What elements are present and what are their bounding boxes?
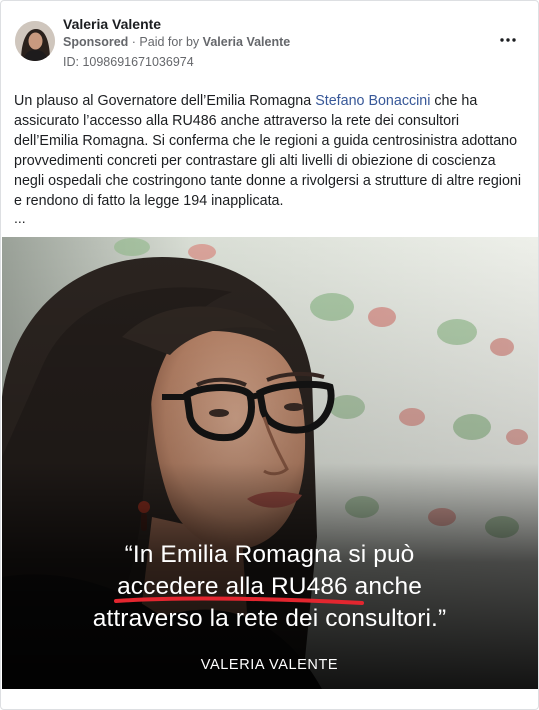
post-text-after: che ha assicurato l’accesso alla RU486 a… xyxy=(14,93,522,209)
ad-id: ID: 1098691671036974 xyxy=(63,55,194,69)
payer-name[interactable]: Valeria Valente xyxy=(203,35,291,49)
sponsored-line: Sponsored · Paid for by Valeria Valente xyxy=(63,35,290,49)
ad-post-card: Valeria Valente Sponsored · Paid for by … xyxy=(0,0,539,710)
see-more[interactable]: ... xyxy=(14,210,26,226)
page-name[interactable]: Valeria Valente xyxy=(63,16,161,32)
three-dots-icon xyxy=(500,38,516,42)
sponsored-label: Sponsored xyxy=(63,35,129,49)
quote-highlight: accedere alla RU486 xyxy=(114,571,365,605)
image-quote: “In Emilia Romagna si può accedere alla … xyxy=(1,539,538,635)
quote-line-2: accedere alla RU486 anche xyxy=(1,571,538,605)
more-options-button[interactable] xyxy=(495,29,521,51)
quote-author: VALERIA VALENTE xyxy=(200,657,339,673)
profile-photo xyxy=(15,21,55,61)
post-text-before: Un plauso al Governatore dell’Emilia Rom… xyxy=(14,93,316,109)
red-underline-stroke xyxy=(114,596,365,605)
post-body: Un plauso al Governatore dell’Emilia Rom… xyxy=(14,91,526,211)
quote-line-1: “In Emilia Romagna si può xyxy=(124,541,415,568)
mention-link[interactable]: Stefano Bonaccini xyxy=(315,93,430,109)
avatar[interactable] xyxy=(15,21,55,61)
paid-for-prefix: Paid for by xyxy=(139,35,200,49)
